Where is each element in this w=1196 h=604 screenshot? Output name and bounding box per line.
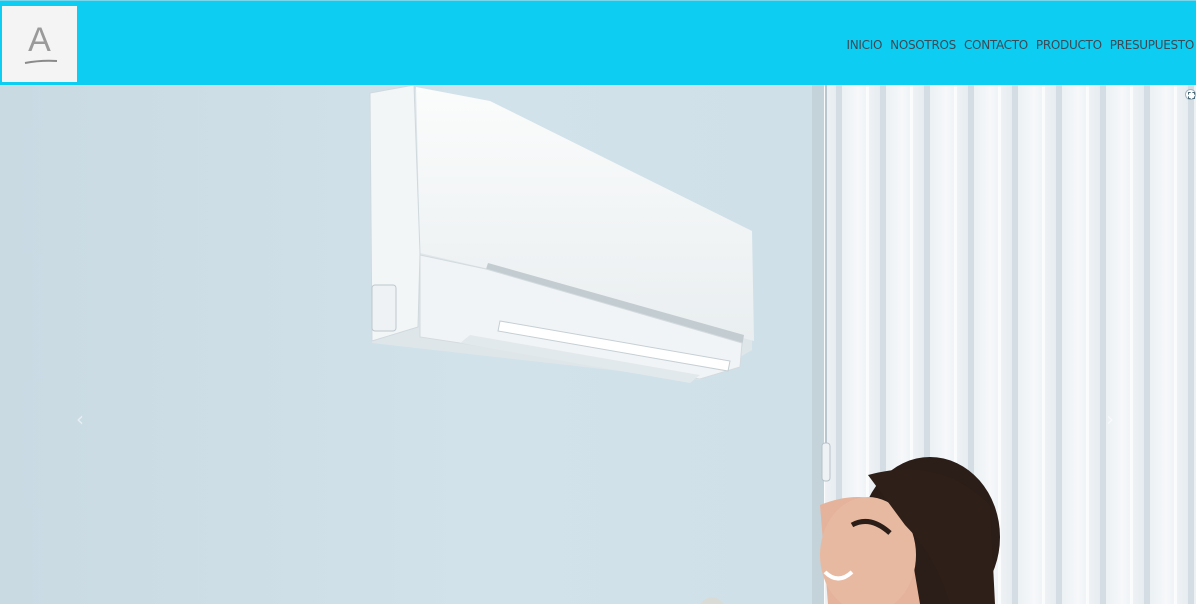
site-logo[interactable]: A: [2, 6, 77, 82]
logo-letter: A: [28, 21, 51, 59]
logo-swoosh-icon: [24, 59, 58, 64]
fullscreen-icon[interactable]: [1185, 89, 1196, 100]
page: A INICIO NOSOTROS CONTACTO PRODUCTO PRES…: [0, 0, 1196, 604]
air-conditioner: [369, 85, 754, 383]
nav-producto[interactable]: PRODUCTO: [1036, 38, 1102, 52]
nav-contacto[interactable]: CONTACTO: [964, 38, 1028, 52]
nav-presupuesto[interactable]: PRESUPUESTO: [1110, 38, 1195, 52]
nav-nosotros[interactable]: NOSOTROS: [890, 38, 956, 52]
main-nav: INICIO NOSOTROS CONTACTO PRODUCTO PRESUP…: [847, 38, 1195, 52]
hero-slider: ‹ ›: [0, 85, 1196, 604]
slider-next-button[interactable]: ›: [1106, 407, 1114, 431]
slider-prev-button[interactable]: ‹: [76, 407, 84, 431]
hero-image: [369, 85, 1196, 604]
nav-inicio[interactable]: INICIO: [847, 38, 883, 52]
site-header: A INICIO NOSOTROS CONTACTO PRODUCTO PRES…: [0, 0, 1196, 85]
